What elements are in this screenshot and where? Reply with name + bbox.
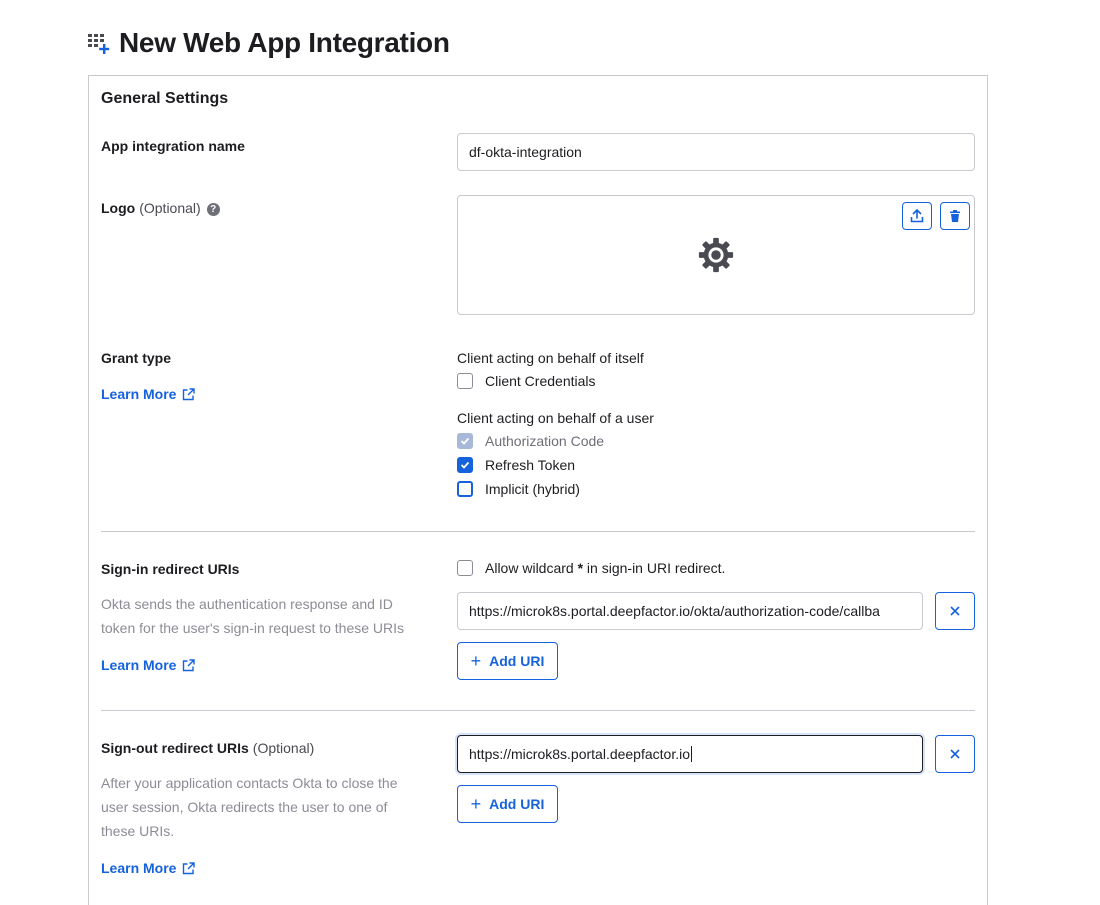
authorization-code-checkbox — [457, 433, 473, 449]
logo-optional-text: (Optional) — [139, 200, 201, 216]
sign-out-label-text: Sign-out redirect URIs — [101, 740, 249, 756]
logo-label-text: Logo — [101, 200, 136, 216]
refresh-token-label: Refresh Token — [485, 457, 576, 473]
remove-sign-out-uri-button[interactable] — [935, 735, 975, 773]
implicit-label: Implicit (hybrid) — [485, 481, 580, 497]
app-name-label: App integration name — [101, 138, 245, 154]
remove-sign-in-uri-button[interactable] — [935, 592, 975, 630]
checkmark-icon — [460, 437, 470, 445]
add-sign-in-uri-button[interactable]: + Add URI — [457, 642, 558, 680]
learn-more-text: Learn More — [101, 860, 177, 876]
wildcard-label-post: in sign-in URI redirect. — [583, 560, 726, 576]
refresh-token-checkbox[interactable] — [457, 457, 473, 473]
external-link-icon — [183, 387, 196, 400]
plus-icon: + — [470, 794, 482, 814]
divider — [101, 710, 975, 711]
app-name-input[interactable]: df-okta-integration — [457, 133, 975, 171]
logo-upload-area[interactable] — [457, 195, 975, 315]
authorization-code-option: Authorization Code — [457, 433, 604, 449]
grant-type-learn-more-link[interactable]: Learn More — [101, 386, 196, 402]
sign-out-uri-input[interactable]: https://microk8s.portal.deepfactor.io — [457, 735, 923, 773]
add-uri-label: Add URI — [489, 653, 545, 669]
close-icon — [950, 606, 960, 616]
upload-icon — [910, 209, 924, 223]
close-icon — [950, 749, 960, 759]
divider — [101, 531, 975, 532]
wildcard-checkbox[interactable] — [457, 560, 473, 576]
sign-out-label: Sign-out redirect URIs (Optional) — [101, 740, 314, 756]
sign-out-optional-text: (Optional) — [252, 740, 315, 756]
client-credentials-checkbox[interactable] — [457, 373, 473, 389]
page-header: New Web App Integration — [87, 27, 450, 59]
add-sign-out-uri-button[interactable]: + Add URI — [457, 785, 558, 823]
help-icon[interactable]: ? — [206, 203, 220, 216]
wildcard-label: Allow wildcard * in sign-in URI redirect… — [485, 560, 725, 576]
client-credentials-option[interactable]: Client Credentials — [457, 373, 596, 389]
sign-out-description: After your application contacts Okta to … — [101, 775, 398, 839]
grant-type-label: Grant type — [101, 350, 172, 366]
implicit-checkbox[interactable] — [457, 481, 473, 497]
sign-in-learn-more-link[interactable]: Learn More — [101, 657, 196, 673]
section-title: General Settings — [101, 90, 229, 107]
delete-logo-button[interactable] — [940, 202, 970, 230]
sign-in-description: Okta sends the authentication response a… — [101, 596, 405, 636]
wildcard-option[interactable]: Allow wildcard * in sign-in URI redirect… — [457, 560, 725, 576]
logo-label: Logo (Optional)? — [101, 200, 220, 216]
sign-out-learn-more-link[interactable]: Learn More — [101, 860, 196, 876]
client-credentials-label: Client Credentials — [485, 373, 596, 389]
authorization-code-label: Authorization Code — [485, 433, 605, 449]
upload-button[interactable] — [902, 202, 932, 230]
grant-group-user-label: Client acting on behalf of a user — [457, 410, 654, 426]
plus-icon: + — [470, 651, 482, 671]
sign-in-label: Sign-in redirect URIs — [101, 561, 240, 577]
add-uri-label: Add URI — [489, 796, 545, 812]
grant-group-self-label: Client acting on behalf of itself — [457, 350, 644, 366]
general-settings-panel: General Settings App integration name df… — [88, 75, 988, 905]
external-link-icon — [183, 658, 196, 671]
implicit-option[interactable]: Implicit (hybrid) — [457, 481, 580, 497]
sign-out-uri-value: https://microk8s.portal.deepfactor.io — [469, 746, 690, 762]
text-caret — [691, 746, 692, 762]
refresh-token-option[interactable]: Refresh Token — [457, 457, 575, 473]
learn-more-text: Learn More — [101, 657, 177, 673]
trash-icon — [950, 210, 960, 222]
gear-icon — [698, 237, 734, 273]
wildcard-label-pre: Allow wildcard — [485, 560, 578, 576]
page-title: New Web App Integration — [119, 27, 450, 58]
grid-plus-icon — [88, 34, 110, 54]
checkmark-icon — [460, 461, 470, 469]
sign-in-uri-input[interactable]: https://microk8s.portal.deepfactor.io/ok… — [457, 592, 923, 630]
learn-more-text: Learn More — [101, 386, 177, 402]
external-link-icon — [183, 861, 196, 874]
